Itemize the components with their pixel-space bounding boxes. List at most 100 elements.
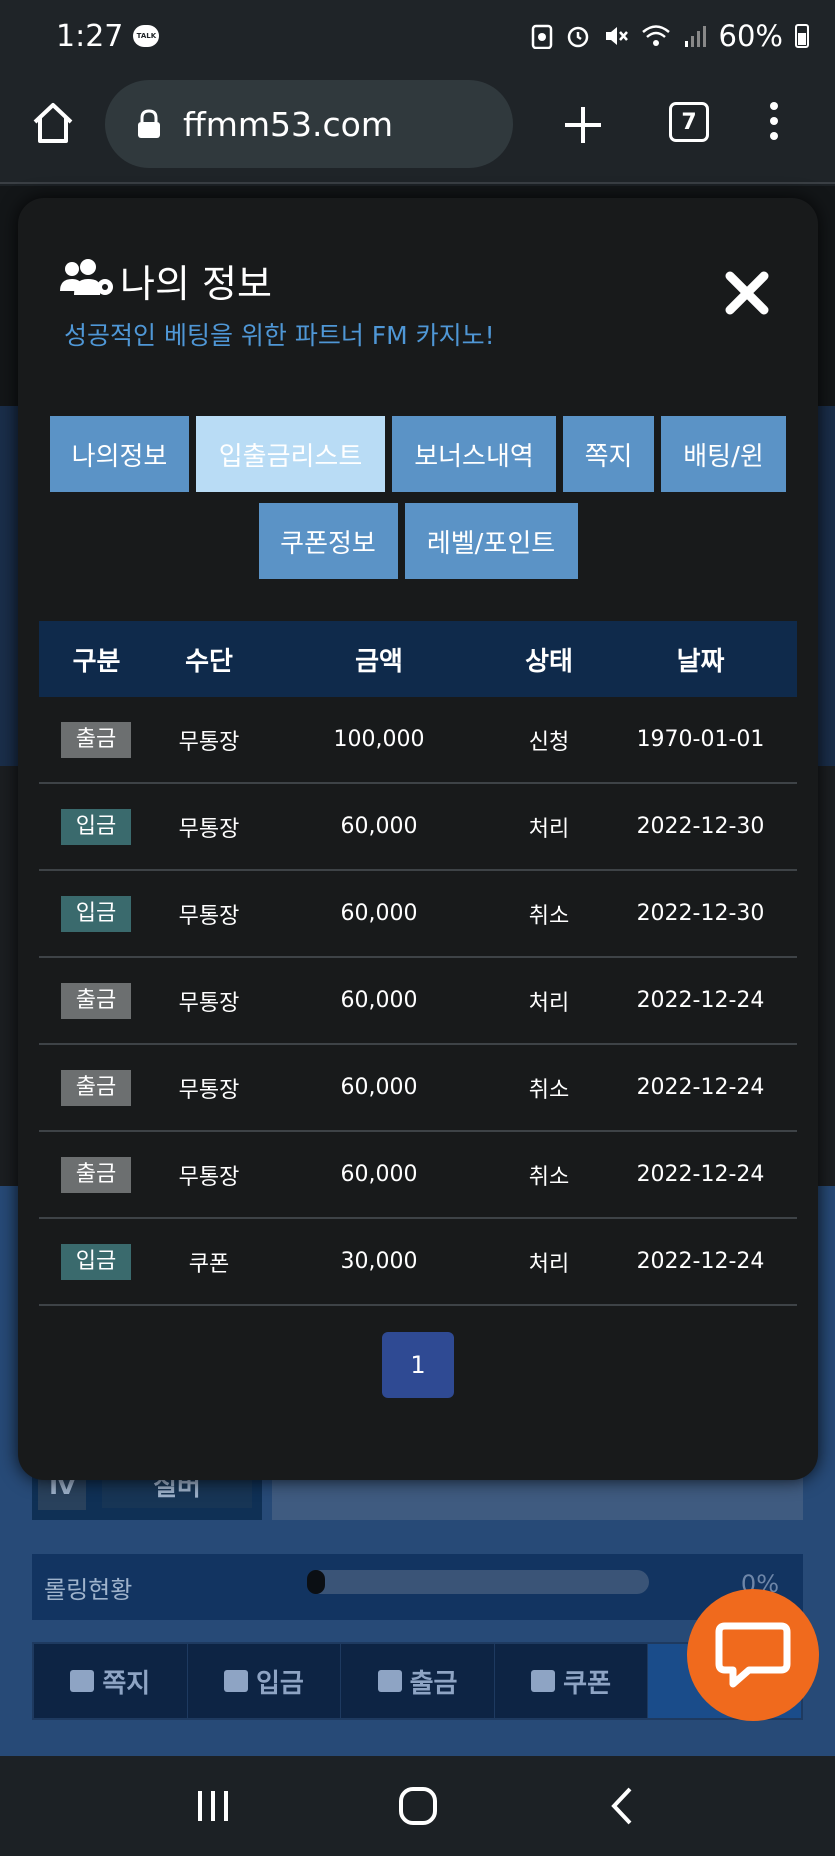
home-nav-icon[interactable]: [393, 1781, 443, 1831]
cell-method: 무통장: [178, 729, 240, 755]
live-chat-button[interactable]: [687, 1589, 819, 1721]
pagination-page-1[interactable]: 1: [382, 1332, 454, 1398]
modal-title: 나의 정보: [120, 262, 272, 306]
table-body: 출금 무통장 100,000 신청 1970-01-01 입금 무통장 60,000 처리 202…: [39, 697, 797, 1306]
cell-type: 출금: [39, 721, 154, 758]
tab-level-points[interactable]: 레벨/포인트: [404, 503, 578, 579]
tab-row: 나의정보 입출금리스트 보너스내역 쪽지 배팅/윈: [18, 416, 818, 492]
table-row: 입금 무통장 60,000 처리 2022-12-30: [39, 784, 797, 871]
quick-menu-coupon[interactable]: 쿠폰: [495, 1644, 649, 1718]
quick-menu-withdraw[interactable]: 출금: [341, 1644, 495, 1718]
cell-method: 무통장: [178, 1164, 240, 1190]
cell-status: 신청: [528, 729, 570, 755]
quick-menu-deposit[interactable]: 입금: [188, 1644, 342, 1718]
cell-status: 취소: [528, 1077, 570, 1103]
rolling-progress-fill: [307, 1570, 325, 1594]
address-bar[interactable]: ffmm53.com: [105, 80, 513, 168]
download-icon: [223, 1670, 248, 1692]
battery-percent: 60%: [718, 19, 783, 53]
url-text: ffmm53.com: [183, 104, 393, 144]
tab-my-info[interactable]: 나의정보: [50, 416, 189, 492]
status-bar: 1:27 TALK 60%: [0, 0, 835, 72]
cell-status: 처리: [528, 1251, 570, 1277]
chat-bubble-icon: [715, 1622, 791, 1688]
table-row: 출금 무통장 60,000 취소 2022-12-24: [39, 1045, 797, 1132]
new-tab-icon[interactable]: [562, 104, 604, 146]
quick-menu-label: 출금: [409, 1668, 458, 1699]
type-badge: 입금: [61, 1243, 131, 1280]
rolling-progress-track: [307, 1570, 649, 1594]
header-amount: 금액: [355, 646, 403, 677]
message-icon: [70, 1670, 95, 1692]
cell-type: 입금: [39, 895, 154, 932]
alarm-icon: [567, 26, 588, 48]
cell-status: 취소: [528, 1164, 570, 1190]
status-time: 1:27: [56, 18, 124, 54]
type-badge: 입금: [61, 895, 131, 932]
table-row: 입금 무통장 60,000 취소 2022-12-30: [39, 871, 797, 958]
table-row: 출금 무통장 100,000 신청 1970-01-01: [39, 697, 797, 784]
quick-menu-label: 입금: [255, 1668, 304, 1699]
header-type: 구분: [72, 646, 121, 677]
cell-date: 2022-12-24: [636, 1162, 765, 1187]
cell-date: 1970-01-01: [636, 727, 765, 752]
cell-date: 2022-12-30: [636, 814, 765, 839]
cell-method: 무통장: [178, 1077, 240, 1103]
type-badge: 출금: [61, 1069, 131, 1106]
header-date: 날짜: [676, 646, 725, 677]
type-badge: 출금: [61, 982, 131, 1019]
my-info-modal: 나의 정보 성공적인 베팅을 위한 파트너 FM 카지노! 나의정보 입출금리스…: [18, 198, 818, 1480]
cell-amount: 100,000: [333, 727, 425, 752]
cell-method: 무통장: [178, 816, 240, 842]
tab-deposit-withdraw-list[interactable]: 입출금리스트: [196, 416, 385, 492]
cell-amount: 60,000: [340, 901, 418, 926]
quick-menu-label: 쪽지: [102, 1668, 151, 1699]
quick-menu-message[interactable]: 쪽지: [34, 1644, 188, 1718]
cell-date: 2022-12-24: [636, 988, 765, 1013]
cell-date: 2022-12-24: [636, 1249, 765, 1274]
close-icon[interactable]: [724, 270, 770, 316]
tab-row: 쿠폰정보 레벨/포인트: [18, 503, 818, 579]
cell-amount: 60,000: [340, 1162, 418, 1187]
type-badge: 출금: [61, 721, 131, 758]
table-header: 구분 수단 금액 상태 날짜: [39, 621, 797, 697]
table-row: 입금 쿠폰 30,000 처리 2022-12-24: [39, 1219, 797, 1306]
cell-date: 2022-12-30: [636, 901, 765, 926]
browser-toolbar: ffmm53.com 7: [0, 72, 835, 184]
cell-type: 출금: [39, 1069, 154, 1106]
cell-type: 출금: [39, 982, 154, 1019]
type-badge: 입금: [61, 808, 131, 845]
mute-icon: [605, 27, 628, 45]
status-icons: 60%: [531, 19, 809, 53]
recent-apps-icon[interactable]: [188, 1781, 238, 1831]
cell-type: 입금: [39, 808, 154, 845]
tab-betting-win[interactable]: 배팅/윈: [661, 416, 786, 492]
wifi-icon: [641, 25, 670, 46]
battery-icon: [795, 24, 809, 48]
more-menu-icon[interactable]: [764, 102, 784, 146]
users-cog-icon: [60, 259, 113, 295]
header-status: 상태: [525, 646, 573, 677]
home-icon[interactable]: [30, 100, 76, 146]
cell-type: 출금: [39, 1156, 154, 1193]
lock-icon: [138, 109, 160, 138]
cell-method: 쿠폰: [188, 1251, 230, 1277]
transaction-table: 구분 수단 금액 상태 날짜 출금 무통장 100,000 신청 1970-01-01 입…: [39, 621, 797, 1306]
cell-amount: 30,000: [340, 1249, 418, 1274]
type-badge: 출금: [61, 1156, 131, 1193]
tab-messages[interactable]: 쪽지: [563, 416, 654, 492]
cell-status: 처리: [528, 990, 570, 1016]
modal-subtitle: 성공적인 베팅을 위한 파트너 FM 카지노!: [64, 321, 495, 350]
recycle-icon: [531, 24, 552, 49]
table-row: 출금 무통장 60,000 취소 2022-12-24: [39, 1132, 797, 1219]
tab-switcher-button[interactable]: 7: [669, 102, 709, 142]
tab-coupon-info[interactable]: 쿠폰정보: [258, 503, 398, 579]
back-icon[interactable]: [598, 1781, 648, 1831]
cell-method: 무통장: [178, 903, 240, 929]
cell-status: 취소: [528, 903, 570, 929]
tab-bonus-history[interactable]: 보너스내역: [392, 416, 556, 492]
header-method: 수단: [185, 646, 233, 677]
signal-icon: [684, 26, 706, 47]
kakaotalk-icon: TALK: [133, 25, 160, 47]
rolling-label: 롤링현황: [44, 1576, 133, 1604]
